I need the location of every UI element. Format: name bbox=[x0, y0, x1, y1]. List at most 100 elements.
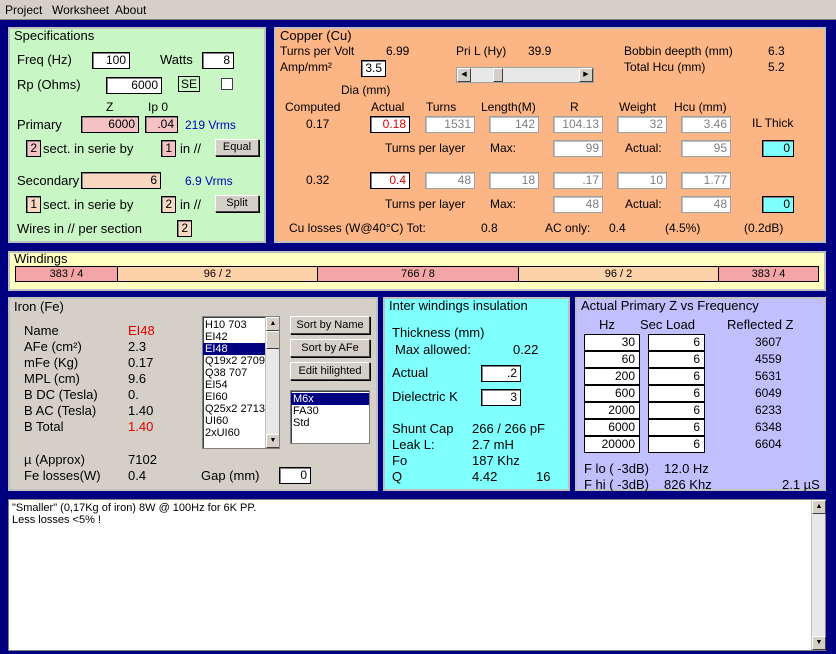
row2-actual-label: Actual: bbox=[625, 197, 662, 211]
menu-project[interactable]: Project bbox=[5, 3, 42, 17]
notes-scroll-up-icon[interactable]: ▲ bbox=[812, 500, 826, 514]
material-item[interactable]: FA30 bbox=[291, 405, 369, 417]
secondary-label: Secondary bbox=[17, 173, 80, 188]
winding-cell-5[interactable]: 383 / 4 bbox=[718, 266, 819, 282]
sec-load-input[interactable]: 6 bbox=[648, 385, 705, 402]
notes-scrollbar[interactable]: ▲ ▼ bbox=[811, 500, 826, 650]
se-checkbox[interactable] bbox=[221, 78, 233, 90]
scroll-up-icon[interactable]: ▲ bbox=[266, 317, 279, 331]
fel-label: Fe losses(W) bbox=[24, 468, 101, 483]
sec-load-input[interactable]: 6 bbox=[648, 402, 705, 419]
row1-il-input[interactable]: 0 bbox=[762, 140, 794, 157]
core-list-scrollbar[interactable]: ▲ ▼ bbox=[265, 317, 279, 448]
row2-weight: 10 bbox=[617, 172, 667, 189]
reflected-z-value: 6604 bbox=[755, 437, 782, 451]
mu-value: 7102 bbox=[128, 452, 157, 467]
sec-load-input[interactable]: 6 bbox=[648, 334, 705, 351]
notes-textarea[interactable]: "Smaller" (0,17Kg of iron) 8W @ 100Hz fo… bbox=[8, 499, 826, 651]
slider-thumb[interactable] bbox=[493, 68, 503, 82]
mfe-label: mFe (Kg) bbox=[24, 355, 79, 370]
hcu-label: Total Hcu (mm) bbox=[624, 60, 706, 74]
tpv-value: 6.99 bbox=[386, 44, 410, 58]
menu-worksheet[interactable]: Worksheet bbox=[52, 3, 109, 17]
fhi-label: F hi ( -3dB) bbox=[584, 477, 650, 492]
sort-by-name-button[interactable]: Sort by Name bbox=[290, 316, 370, 334]
bdc-value: 0. bbox=[128, 387, 139, 402]
material-list[interactable]: M6x FA30 Std bbox=[290, 390, 370, 444]
rp-label: Rp (Ohms) bbox=[17, 77, 81, 92]
sec-load-input[interactable]: 6 bbox=[648, 419, 705, 436]
row1-length: 142 bbox=[489, 116, 539, 133]
row2-il-input[interactable]: 0 bbox=[762, 196, 794, 213]
freq-hz-input[interactable]: 30 bbox=[584, 334, 640, 351]
specifications-title: Specifications bbox=[14, 28, 95, 43]
pril-value: 39.9 bbox=[528, 44, 552, 58]
gap-input[interactable]: 0 bbox=[279, 467, 311, 484]
copper-title: Copper (Cu) bbox=[280, 28, 352, 43]
freq-hz-input[interactable]: 200 bbox=[584, 368, 640, 385]
row1-weight: 32 bbox=[617, 116, 667, 133]
row2-max-label: Max: bbox=[490, 197, 517, 211]
amp-input[interactable]: 3.5 bbox=[361, 60, 386, 77]
freq-input[interactable]: 100 bbox=[92, 52, 130, 69]
freq-hz-input[interactable]: 2000 bbox=[584, 402, 640, 419]
freq-hz-input[interactable]: 600 bbox=[584, 385, 640, 402]
sec-load-input[interactable]: 6 bbox=[648, 368, 705, 385]
winding-cell-3[interactable]: 766 / 8 bbox=[317, 266, 519, 282]
sort-by-afe-button[interactable]: Sort by AFe bbox=[290, 339, 370, 357]
equal-button[interactable]: Equal bbox=[215, 139, 259, 156]
secondary-sect-input[interactable]: 1 bbox=[26, 196, 41, 213]
secondary-z-input[interactable]: 6 bbox=[81, 172, 161, 189]
sec-load-input[interactable]: 6 bbox=[648, 351, 705, 368]
row1-tpl-label: Turns per layer bbox=[385, 141, 466, 155]
row2-tpl-label: Turns per layer bbox=[385, 197, 466, 211]
scroll-down-icon[interactable]: ▼ bbox=[266, 434, 279, 448]
leak-label: Leak L: bbox=[392, 437, 435, 452]
rp-input[interactable]: 6000 bbox=[106, 77, 162, 94]
freq-hz-input[interactable]: 60 bbox=[584, 351, 640, 368]
row2-actual-input[interactable]: 0.4 bbox=[370, 172, 410, 189]
max-allowed-value: 0.22 bbox=[513, 342, 539, 357]
afe-value: 2.3 bbox=[128, 339, 147, 354]
primary-ip0-input[interactable]: .04 bbox=[145, 116, 178, 133]
primary-sect-input[interactable]: 2 bbox=[26, 140, 41, 157]
iron-title: Iron (Fe) bbox=[14, 299, 64, 314]
row1-actual-input[interactable]: 0.18 bbox=[370, 116, 410, 133]
winding-cell-4[interactable]: 96 / 2 bbox=[518, 266, 719, 282]
row2-tpl-actual: 48 bbox=[681, 196, 731, 213]
slider-right-arrow[interactable]: ▶ bbox=[579, 68, 593, 82]
reflected-z-value: 4559 bbox=[755, 352, 782, 366]
split-button[interactable]: Split bbox=[215, 195, 259, 212]
dielectric-input[interactable]: 3 bbox=[481, 389, 521, 406]
material-item[interactable]: Std bbox=[291, 417, 369, 429]
menu-about[interactable]: About bbox=[115, 3, 146, 17]
dielectric-label: Dielectric K bbox=[392, 389, 458, 404]
wires-input[interactable]: 2 bbox=[177, 220, 192, 237]
secondary-in-label: in // bbox=[180, 197, 201, 212]
primary-z-input[interactable]: 6000 bbox=[81, 116, 139, 133]
row1-actual-label: Actual: bbox=[625, 141, 662, 155]
sec-load-input[interactable]: 6 bbox=[648, 436, 705, 453]
freq-response-title: Actual Primary Z vs Frequency bbox=[581, 298, 759, 313]
core-list[interactable]: H10 703 EI42 EI48 Q19x2 2709 Q38 707 EI5… bbox=[202, 316, 280, 449]
winding-cell-1[interactable]: 383 / 4 bbox=[15, 266, 118, 282]
winding-cell-2[interactable]: 96 / 2 bbox=[117, 266, 318, 282]
freq-hz-input[interactable]: 20000 bbox=[584, 436, 640, 453]
edit-highlighted-button[interactable]: Edit hilighted bbox=[290, 362, 370, 380]
scroll-thumb[interactable] bbox=[266, 331, 279, 349]
material-item-selected[interactable]: M6x bbox=[291, 393, 369, 405]
fhi-value: 826 Khz bbox=[664, 477, 712, 492]
actual-thick-input[interactable]: .2 bbox=[481, 365, 521, 382]
row1-hcu: 3.46 bbox=[681, 116, 731, 133]
primary-par-input[interactable]: 1 bbox=[161, 140, 176, 157]
pril-slider[interactable]: ◀ ▶ bbox=[456, 67, 594, 83]
notes-scroll-down-icon[interactable]: ▼ bbox=[812, 636, 826, 650]
freq-hz-input[interactable]: 6000 bbox=[584, 419, 640, 436]
row1-tpl-actual: 95 bbox=[681, 140, 731, 157]
menu-bar: Project Worksheet About bbox=[0, 0, 836, 20]
secondary-par-input[interactable]: 2 bbox=[161, 196, 176, 213]
slider-left-arrow[interactable]: ◀ bbox=[457, 68, 471, 82]
row1-r: 104.13 bbox=[553, 116, 603, 133]
watts-input[interactable]: 8 bbox=[202, 52, 234, 69]
row1-max: 99 bbox=[553, 140, 603, 157]
